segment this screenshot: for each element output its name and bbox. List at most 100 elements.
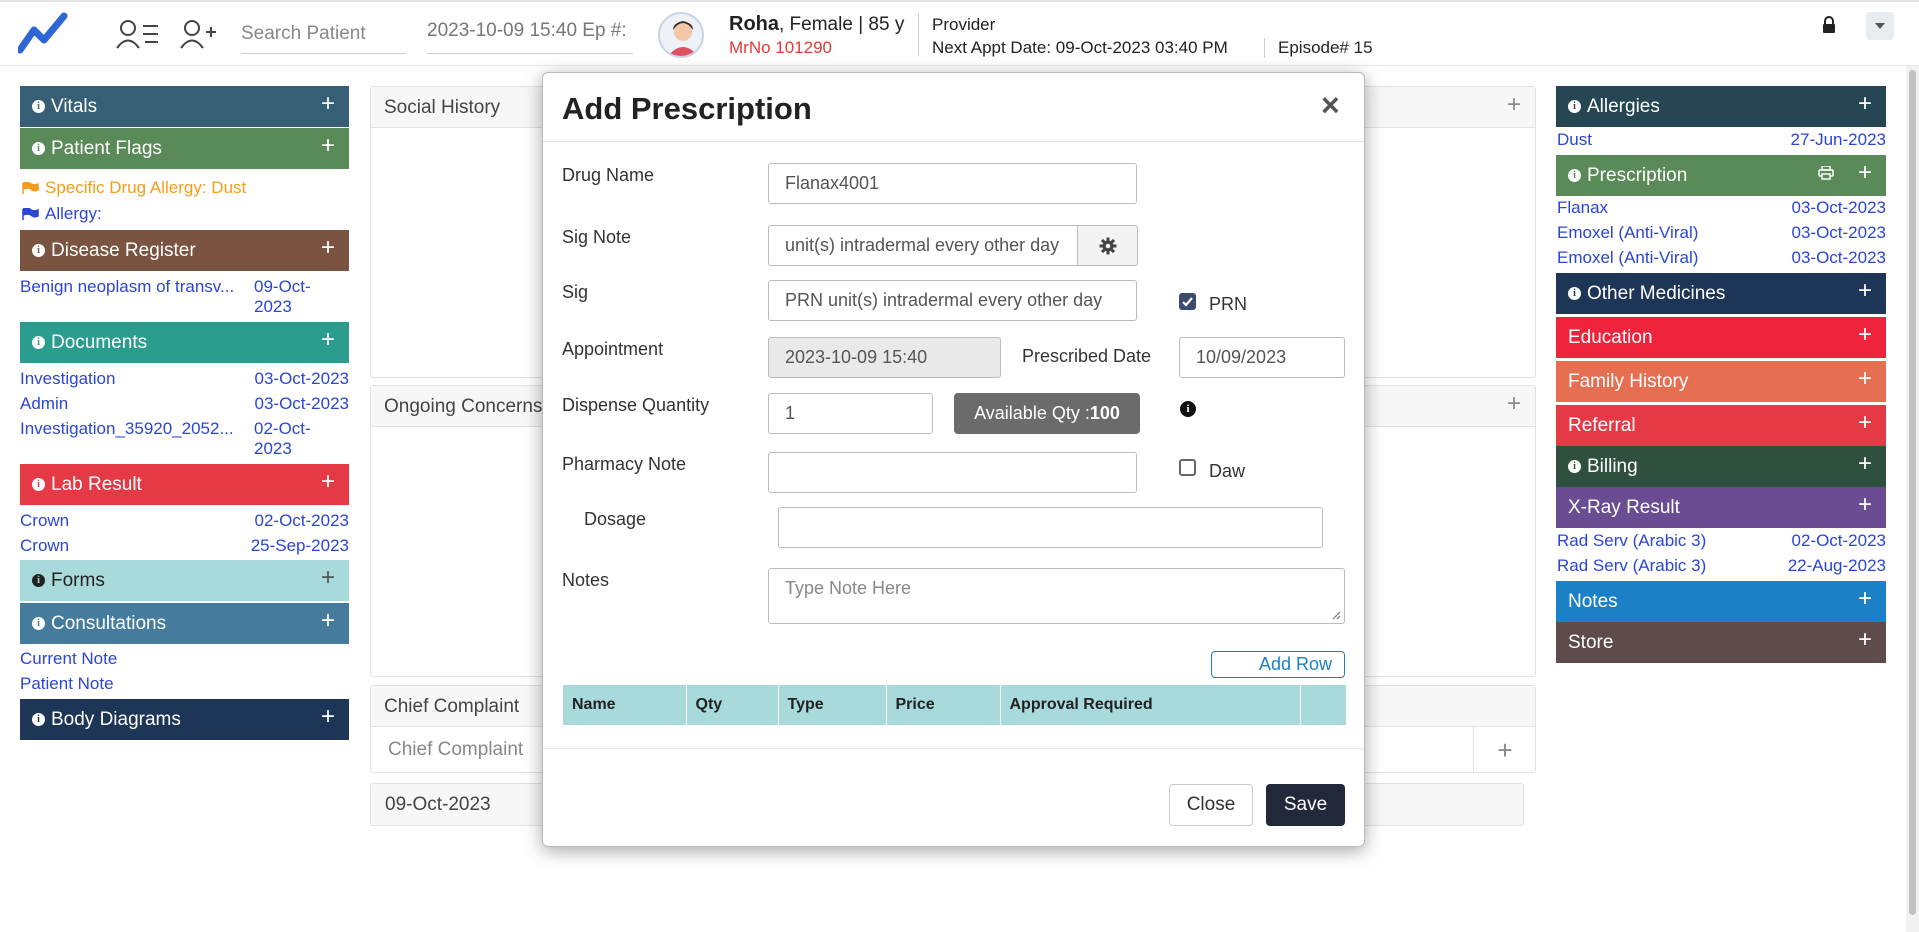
xray-date: 02-Oct-2023 bbox=[1791, 531, 1887, 550]
add-diagram-icon[interactable]: + bbox=[321, 703, 335, 731]
add-patient-icon[interactable] bbox=[176, 16, 220, 52]
drug-name-input[interactable]: Flanax4001 bbox=[768, 163, 1137, 204]
chief-complaint-title: Chief Complaint bbox=[384, 696, 520, 717]
document-item[interactable]: Investigation bbox=[20, 369, 115, 389]
store-header[interactable]: Store + bbox=[1556, 622, 1886, 663]
xray-result-header[interactable]: X-Ray Result + bbox=[1556, 487, 1886, 528]
save-button[interactable]: Save bbox=[1266, 784, 1345, 826]
prescription-header[interactable]: i Prescription + bbox=[1556, 155, 1886, 196]
consultations-header[interactable]: i Consultations + bbox=[20, 603, 349, 644]
education-header[interactable]: Education + bbox=[1556, 317, 1886, 358]
info-icon: i bbox=[32, 478, 45, 491]
document-item[interactable]: Admin bbox=[20, 394, 68, 414]
add-billing-icon[interactable]: + bbox=[1858, 450, 1872, 478]
lab-item[interactable]: Crown bbox=[20, 511, 69, 531]
vitals-header[interactable]: i Vitals + bbox=[20, 86, 349, 127]
info-icon: i bbox=[1568, 100, 1581, 113]
appointment-input[interactable]: 2023-10-09 15:40 bbox=[768, 337, 1001, 378]
gear-icon bbox=[1099, 237, 1116, 254]
disease-register-header[interactable]: i Disease Register + bbox=[20, 230, 349, 271]
prescription-item[interactable]: Emoxel (Anti-Viral) bbox=[1557, 223, 1698, 243]
add-social-history-icon[interactable]: + bbox=[1507, 91, 1521, 119]
scrollbar-thumb[interactable] bbox=[1909, 70, 1916, 915]
allergies-header[interactable]: i Allergies + bbox=[1556, 86, 1886, 127]
add-concern-icon[interactable]: + bbox=[1507, 390, 1521, 418]
prescribed-date-input[interactable]: 10/09/2023 bbox=[1179, 337, 1345, 378]
lab-date: 02-Oct-2023 bbox=[254, 511, 350, 530]
referral-header[interactable]: Referral + bbox=[1556, 405, 1886, 446]
add-xray-icon[interactable]: + bbox=[1858, 491, 1872, 519]
close-button[interactable]: Close bbox=[1169, 784, 1253, 826]
add-medicine-icon[interactable]: + bbox=[1858, 277, 1872, 305]
add-prescription-icon[interactable]: + bbox=[1858, 159, 1872, 187]
document-date: 03-Oct-2023 bbox=[254, 394, 350, 413]
xray-item[interactable]: Rad Serv (Arabic 3) bbox=[1557, 531, 1706, 551]
add-store-icon[interactable]: + bbox=[1858, 626, 1872, 654]
sig-note-input[interactable]: unit(s) intradermal every other day bbox=[768, 225, 1078, 266]
flag-item[interactable]: Specific Drug Allergy: Dust bbox=[22, 178, 246, 198]
add-vitals-icon[interactable]: + bbox=[321, 90, 335, 118]
info-icon[interactable]: i bbox=[1180, 401, 1196, 417]
add-flag-icon[interactable]: + bbox=[321, 132, 335, 160]
print-icon[interactable] bbox=[1818, 166, 1834, 180]
provider-label: Provider bbox=[932, 15, 996, 34]
add-document-icon[interactable]: + bbox=[321, 326, 335, 354]
family-history-header[interactable]: Family History + bbox=[1556, 361, 1886, 402]
referral-title: Referral bbox=[1568, 414, 1636, 436]
flag-icon bbox=[22, 207, 39, 220]
prescription-item[interactable]: Flanax bbox=[1557, 198, 1608, 218]
allergy-date: 27-Jun-2023 bbox=[1790, 130, 1886, 149]
lab-item[interactable]: Crown bbox=[20, 536, 69, 556]
episode-field[interactable]: 2023-10-09 15:40 Ep #: bbox=[427, 14, 633, 54]
body-diagrams-header[interactable]: i Body Diagrams + bbox=[20, 699, 349, 740]
pharmacy-note-input[interactable] bbox=[768, 452, 1137, 493]
add-referral-icon[interactable]: + bbox=[1858, 409, 1872, 437]
forms-header[interactable]: i Forms + bbox=[20, 560, 349, 601]
documents-header[interactable]: i Documents + bbox=[20, 322, 349, 363]
user-menu-dropdown[interactable] bbox=[1866, 12, 1894, 40]
dosage-input[interactable] bbox=[778, 507, 1323, 548]
prescription-item[interactable]: Emoxel (Anti-Viral) bbox=[1557, 248, 1698, 268]
disease-date: 09-Oct- bbox=[254, 277, 311, 296]
close-icon[interactable]: × bbox=[1321, 87, 1340, 124]
search-patient-input[interactable] bbox=[241, 14, 406, 54]
add-disease-icon[interactable]: + bbox=[321, 234, 335, 262]
add-consultation-icon[interactable]: + bbox=[321, 607, 335, 635]
billing-header[interactable]: i Billing + bbox=[1556, 446, 1886, 487]
allergy-item[interactable]: Dust bbox=[1557, 130, 1592, 150]
prn-checkbox[interactable] bbox=[1179, 293, 1196, 310]
disease-item[interactable]: Benign neoplasm of transv... bbox=[20, 277, 234, 297]
add-complaint-icon[interactable]: + bbox=[1474, 727, 1536, 773]
add-row-button[interactable]: Add Row bbox=[1211, 651, 1345, 678]
add-lab-icon[interactable]: + bbox=[321, 468, 335, 496]
other-medicines-header[interactable]: i Other Medicines + bbox=[1556, 273, 1886, 314]
lab-result-header[interactable]: i Lab Result + bbox=[20, 464, 349, 505]
app-logo-icon[interactable] bbox=[18, 12, 70, 54]
sig-label: Sig bbox=[562, 282, 589, 302]
add-allergy-icon[interactable]: + bbox=[1858, 90, 1872, 118]
patient-flags-header[interactable]: i Patient Flags + bbox=[20, 128, 349, 169]
add-family-history-icon[interactable]: + bbox=[1858, 365, 1872, 393]
avatar[interactable] bbox=[658, 12, 704, 58]
social-history-title: Social History bbox=[384, 97, 501, 118]
resize-handle-icon[interactable] bbox=[1331, 610, 1341, 620]
daw-checkbox[interactable] bbox=[1179, 459, 1196, 476]
sig-note-settings-button[interactable] bbox=[1078, 225, 1138, 266]
flag-item[interactable]: Allergy: bbox=[22, 204, 102, 224]
xray-item[interactable]: Rad Serv (Arabic 3) bbox=[1557, 556, 1706, 576]
sig-input[interactable]: PRN unit(s) intradermal every other day bbox=[768, 280, 1137, 321]
prescription-date: 03-Oct-2023 bbox=[1791, 198, 1887, 217]
patient-note-link[interactable]: Patient Note bbox=[20, 674, 114, 694]
document-item[interactable]: Investigation_35920_2052... bbox=[20, 419, 234, 439]
available-qty-value: 100 bbox=[1089, 403, 1120, 423]
notes-header[interactable]: Notes + bbox=[1556, 581, 1886, 622]
patient-list-icon[interactable] bbox=[116, 16, 160, 52]
lock-icon[interactable] bbox=[1822, 16, 1836, 34]
dispense-quantity-input[interactable]: 1 bbox=[768, 393, 933, 434]
add-education-icon[interactable]: + bbox=[1858, 321, 1872, 349]
add-form-icon[interactable]: + bbox=[321, 564, 335, 592]
add-note-icon[interactable]: + bbox=[1858, 585, 1872, 613]
column-header-approval: Approval Required bbox=[1000, 685, 1301, 725]
notes-textarea[interactable]: Type Note Here bbox=[768, 568, 1345, 624]
current-note-link[interactable]: Current Note bbox=[20, 649, 117, 669]
